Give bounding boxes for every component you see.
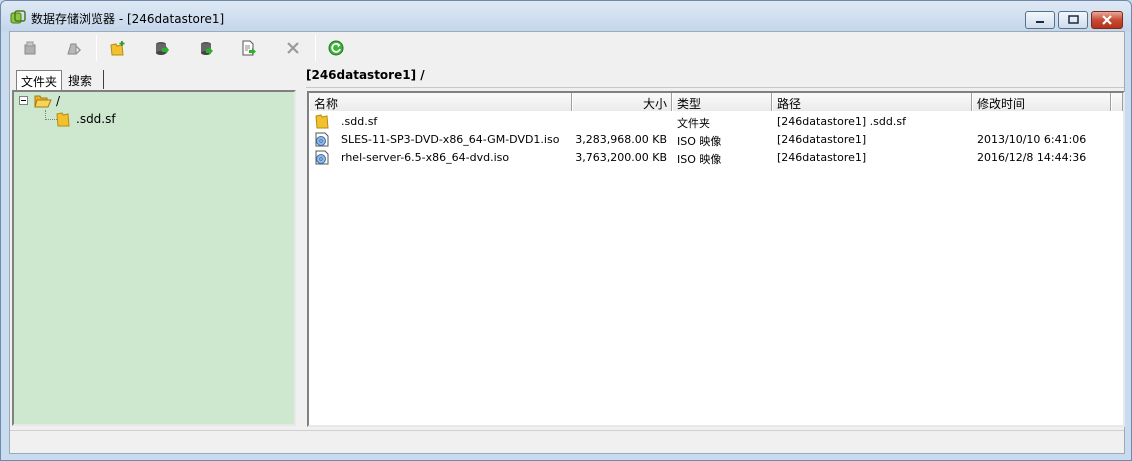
list-header: 名称 大小 类型 路径 修改时间 — [309, 93, 1123, 111]
file-list[interactable]: 名称 大小 类型 路径 修改时间 .sdd.sf 文件夹 [246datasto… — [307, 91, 1125, 427]
file-path: [246datastore1] — [777, 133, 867, 146]
file-name: rhel-server-6.5-x86_64-dvd.iso — [341, 151, 510, 164]
panel-splitter[interactable] — [300, 64, 306, 429]
new-folder-icon — [110, 41, 125, 56]
file-type: ISO 映像 — [677, 153, 722, 166]
minimize-button[interactable] — [1025, 11, 1055, 29]
download-icon — [67, 43, 82, 55]
disc-image-icon — [315, 150, 329, 165]
tree-item-sdd-sf[interactable]: .sdd.sf — [55, 111, 155, 127]
move-file-icon — [242, 40, 256, 56]
datastore-browser-window: 数据存储浏览器 - [246datastore1] 文件夹 搜索 / .sdd.… — [0, 0, 1132, 461]
file-path: [246datastore1] — [777, 151, 867, 164]
column-header-path[interactable]: 路径 — [772, 93, 972, 111]
new-folder-button[interactable] — [106, 37, 130, 59]
title-bar[interactable]: 数据存储浏览器 - [246datastore1] — [1, 1, 1131, 31]
tab-search[interactable]: 搜索 — [64, 70, 104, 89]
download-file-icon — [201, 42, 213, 55]
upload-file-button[interactable] — [150, 37, 174, 59]
restore-icon — [1068, 15, 1079, 24]
folder-tree[interactable]: / .sdd.sf — [12, 90, 296, 426]
file-name: .sdd.sf — [341, 115, 378, 128]
download-button[interactable] — [62, 37, 86, 59]
upload-file-icon — [156, 42, 169, 55]
column-header-name[interactable]: 名称 — [309, 93, 572, 111]
delete-icon — [287, 42, 299, 54]
file-modified: 2016/12/8 14:44:36 — [977, 151, 1087, 164]
table-row[interactable]: .sdd.sf 文件夹 [246datastore1] .sdd.sf — [309, 112, 1123, 130]
column-header-filler — [1111, 93, 1123, 111]
close-icon — [1102, 15, 1112, 25]
left-tab-strip: 文件夹 搜索 — [14, 70, 304, 90]
tree-item-label: .sdd.sf — [76, 112, 116, 126]
upload-icon — [24, 41, 36, 55]
open-folder-icon — [34, 95, 52, 108]
app-icon — [10, 10, 26, 24]
delete-button[interactable] — [281, 37, 305, 59]
file-type: ISO 映像 — [677, 135, 722, 148]
upload-button[interactable] — [18, 37, 42, 59]
window-title: 数据存储浏览器 - [246datastore1] — [31, 12, 225, 26]
column-header-size[interactable]: 大小 — [572, 93, 672, 111]
file-path: [246datastore1] .sdd.sf — [777, 115, 906, 128]
tree-item-root[interactable]: / — [34, 93, 134, 109]
file-modified: 2013/10/10 6:41:06 — [977, 133, 1087, 146]
client-area: 文件夹 搜索 / .sdd.sf [246datastore1] / 名称 大小 — [9, 31, 1125, 454]
folder-icon — [315, 114, 329, 129]
restore-button[interactable] — [1058, 11, 1088, 29]
file-size: 3,283,968.00 KB — [575, 133, 667, 146]
move-file-button[interactable] — [237, 37, 261, 59]
refresh-icon — [328, 40, 344, 56]
table-row[interactable]: rhel-server-6.5-x86_64-dvd.iso 3,763,200… — [309, 148, 1123, 166]
current-path: [246datastore1] / — [306, 68, 425, 82]
file-size: 3,763,200.00 KB — [575, 151, 667, 164]
folder-icon — [56, 112, 70, 127]
close-button[interactable] — [1091, 11, 1123, 29]
file-name: SLES-11-SP3-DVD-x86_64-GM-DVD1.iso — [341, 133, 560, 146]
toolbar-separator — [315, 35, 316, 61]
divider — [306, 87, 1124, 88]
tab-folders[interactable]: 文件夹 — [16, 70, 62, 90]
minimize-icon — [1036, 21, 1044, 23]
tree-collapse-toggle[interactable] — [19, 96, 28, 105]
tree-item-label: / — [56, 94, 61, 108]
disc-image-icon — [315, 132, 329, 147]
refresh-button[interactable] — [324, 37, 348, 59]
file-type: 文件夹 — [677, 117, 710, 130]
column-header-modified[interactable]: 修改时间 — [972, 93, 1111, 111]
toolbar — [10, 32, 1124, 64]
toolbar-separator — [96, 35, 97, 61]
download-file-button[interactable] — [194, 37, 218, 59]
table-row[interactable]: SLES-11-SP3-DVD-x86_64-GM-DVD1.iso 3,283… — [309, 130, 1123, 148]
column-header-type[interactable]: 类型 — [672, 93, 772, 111]
status-bar — [10, 430, 1124, 453]
